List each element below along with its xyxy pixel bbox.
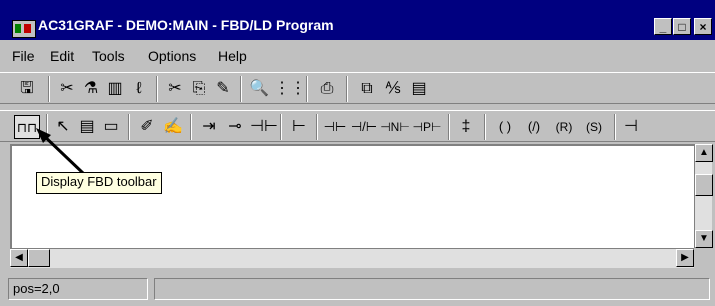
block-icon[interactable]: ▤ [76, 115, 98, 139]
scroll-left-arrow-icon[interactable]: ◀ [10, 249, 28, 267]
jump-icon[interactable]: ⇥ [198, 115, 220, 139]
scroll-up-arrow-icon[interactable]: ▲ [695, 144, 713, 162]
menu-file[interactable]: File [12, 48, 35, 64]
vertical-scroll-thumb[interactable] [695, 174, 713, 196]
grid-icon[interactable]: ⋮⋮ [274, 77, 306, 101]
toolbar-separator [346, 76, 348, 102]
copy-icon[interactable]: ⎘ [188, 77, 210, 101]
tooltip: Display FBD toolbar [36, 172, 162, 194]
contact-n-icon[interactable]: ⊣N⊢ [380, 115, 410, 139]
left-rail-icon[interactable]: ⊢ [290, 115, 308, 139]
toolbar-separator [448, 114, 450, 140]
maximize-button[interactable]: □ [673, 18, 691, 35]
save-icon[interactable]: 🖫 [16, 77, 38, 101]
menu-bar: File Edit Tools Options Help [0, 40, 715, 72]
corner-icon[interactable]: ✍ [162, 115, 184, 139]
variables-icon[interactable]: ℓ [128, 77, 150, 101]
toolbar-separator [190, 114, 192, 140]
monitor-icon[interactable]: ▤ [408, 77, 430, 101]
label-icon[interactable]: ⊸ [224, 115, 246, 139]
title-bar: AC31GRAF - DEMO:MAIN - FBD/LD Program _ … [0, 0, 715, 40]
cut-scissors-icon[interactable]: ✂ [56, 77, 78, 101]
application-window: AC31GRAF - DEMO:MAIN - FBD/LD Program _ … [0, 0, 715, 306]
horizontal-scroll-thumb[interactable] [28, 249, 50, 267]
editor-canvas[interactable] [10, 144, 694, 248]
app-icon [12, 20, 36, 38]
window-title: AC31GRAF - DEMO:MAIN - FBD/LD Program [38, 17, 334, 33]
coil-reset-icon[interactable]: (R) [550, 115, 578, 139]
return-icon[interactable]: ⊣⊢ [250, 115, 278, 139]
variable-box-icon[interactable]: ▭ [100, 115, 122, 139]
right-rail-icon[interactable]: ⊣ [622, 115, 640, 139]
find-icon[interactable]: 🔍 [248, 77, 270, 101]
toolbar-separator [48, 76, 50, 102]
close-button[interactable]: × [694, 18, 712, 35]
coil-negated-icon[interactable]: (/) [520, 115, 548, 139]
display-fbd-toolbar-button[interactable]: ⊓⊓ [14, 115, 40, 139]
library-icon[interactable]: ▥ [104, 77, 126, 101]
status-bar: pos=2,0 [0, 270, 715, 306]
minimize-button[interactable]: _ [654, 18, 672, 35]
scroll-down-arrow-icon[interactable]: ▼ [695, 230, 713, 248]
fbd-ld-toolbar: ⊓⊓ ↖ ▤ ▭ ✐ ✍ ⇥ ⊸ ⊣⊢ ⊢ ⊣⊢ ⊣/⊢ ⊣N⊢ ⊣P⊢ ‡ (… [0, 110, 715, 142]
print-icon[interactable]: ⎙ [316, 77, 338, 101]
status-message [154, 278, 710, 300]
toolbar-separator [156, 76, 158, 102]
contact-p-icon[interactable]: ⊣P⊢ [412, 115, 442, 139]
main-toolbar: 🖫 ✂ ⚗ ▥ ℓ ✂ ⎘ ✎ 🔍 ⋮⋮ ⎙ ⧉ ⅍ ▤ [0, 72, 715, 104]
menu-help[interactable]: Help [218, 48, 247, 64]
compile-icon[interactable]: ⧉ [356, 77, 378, 101]
coil-set-icon[interactable]: (S) [580, 115, 608, 139]
menu-options[interactable]: Options [148, 48, 196, 64]
status-position: pos=2,0 [8, 278, 148, 300]
contact-no-icon[interactable]: ⊣⊢ [322, 115, 348, 139]
translate-icon[interactable]: ⅍ [382, 77, 404, 101]
toolbar-separator [280, 114, 282, 140]
select-arrow-icon[interactable]: ↖ [52, 115, 74, 139]
horizontal-scrollbar[interactable]: ◀ ▶ [10, 248, 694, 268]
link-icon[interactable]: ✐ [136, 115, 158, 139]
menu-edit[interactable]: Edit [50, 48, 74, 64]
toolbar-separator [128, 114, 130, 140]
vertical-scrollbar[interactable]: ▲ ▼ [694, 144, 713, 248]
paste-icon[interactable]: ✎ [212, 77, 234, 101]
toolbar-separator [614, 114, 616, 140]
toolbar-separator [306, 76, 308, 102]
contact-nc-icon[interactable]: ⊣/⊢ [350, 115, 378, 139]
toolbar-separator [316, 114, 318, 140]
cut-icon[interactable]: ✂ [164, 77, 186, 101]
parallel-contact-icon[interactable]: ‡ [456, 115, 476, 139]
toolbar-separator [46, 114, 48, 140]
coil-icon[interactable]: ( ) [492, 115, 518, 139]
menu-tools[interactable]: Tools [92, 48, 125, 64]
tool-a-icon[interactable]: ⚗ [80, 77, 102, 101]
toolbar-separator [484, 114, 486, 140]
scroll-right-arrow-icon[interactable]: ▶ [676, 249, 694, 267]
toolbar-separator [240, 76, 242, 102]
